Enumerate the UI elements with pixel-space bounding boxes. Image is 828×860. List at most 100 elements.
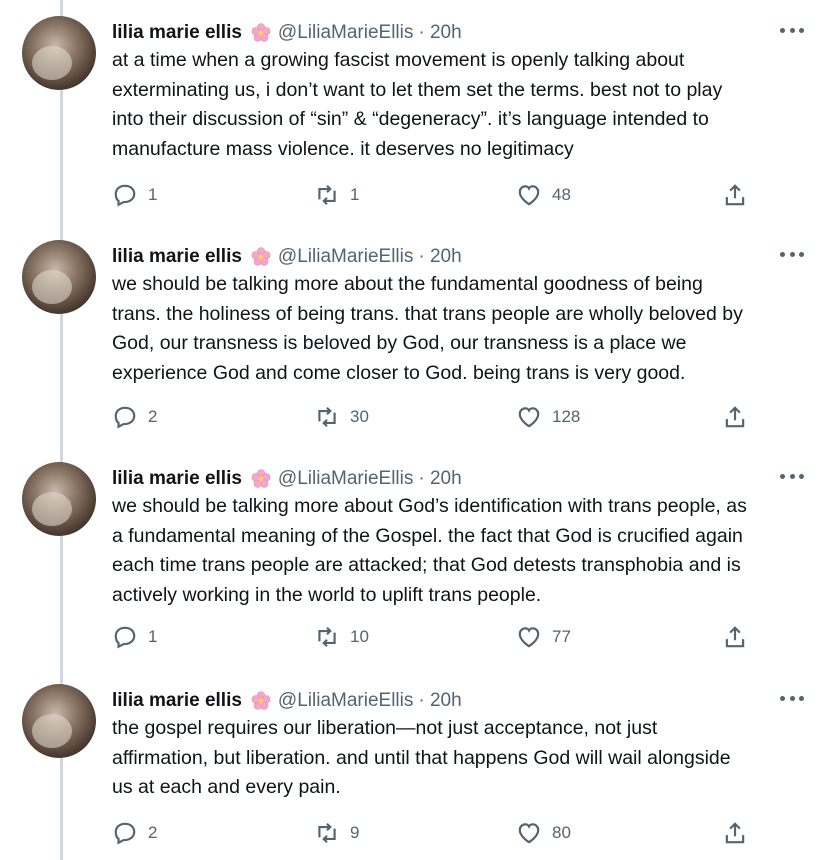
tweet-text-line: the gospel requires our liberation—not j…: [112, 717, 658, 739]
timestamp[interactable]: · 20h: [418, 468, 461, 490]
like-count: 128: [552, 407, 581, 426]
tweet[interactable]: lilia marie ellis @LiliaMarieEllis · 20h…: [0, 16, 828, 226]
retweet-icon: [318, 407, 336, 427]
reply-icon: [114, 406, 136, 429]
avatar[interactable]: [22, 16, 96, 90]
retweet-count: 1: [350, 185, 360, 204]
tweet[interactable]: lilia marie ellis @LiliaMarieEllis · 20h…: [0, 684, 828, 860]
retweet-icon: [318, 185, 336, 205]
more-options-icon[interactable]: [780, 20, 804, 40]
tweet-text: at a time when a growing fascist movemen…: [112, 46, 812, 164]
heart-icon: [518, 627, 540, 648]
more-options-icon[interactable]: [780, 466, 804, 486]
reply-count: 1: [148, 627, 158, 646]
avatar[interactable]: [22, 462, 96, 536]
display-name[interactable]: lilia marie ellis: [112, 690, 242, 712]
reply-button[interactable]: 1: [112, 180, 157, 210]
tweet-header: lilia marie ellis @LiliaMarieEllis · 20h: [112, 242, 462, 272]
user-handle[interactable]: @LiliaMarieEllis: [278, 22, 413, 44]
tweet-text-line: we should be talking more about the fund…: [112, 273, 703, 295]
reply-button[interactable]: 2: [112, 818, 157, 848]
tweet-text: we should be talking more about God’s id…: [112, 492, 812, 610]
tweet[interactable]: lilia marie ellis @LiliaMarieEllis · 20h…: [0, 462, 828, 672]
share-button[interactable]: [722, 402, 748, 432]
tweet-text-line: at a time when a growing fascist movemen…: [112, 49, 685, 71]
tweet-actions: 2 9 80: [112, 818, 762, 848]
like-button[interactable]: 80: [516, 818, 571, 848]
share-button[interactable]: [722, 818, 748, 848]
retweet-button[interactable]: 30: [314, 402, 369, 432]
avatar[interactable]: [22, 684, 96, 758]
retweet-button[interactable]: 10: [314, 622, 369, 652]
tweet-text-line: experience God and come closer to God. b…: [112, 361, 686, 384]
retweet-icon: [318, 823, 336, 843]
retweet-button[interactable]: 9: [314, 818, 359, 848]
retweet-count: 30: [350, 407, 369, 426]
retweet-button[interactable]: 1: [314, 180, 359, 210]
timestamp[interactable]: · 20h: [418, 246, 461, 268]
user-handle[interactable]: @LiliaMarieEllis: [278, 246, 413, 268]
reply-button[interactable]: 2: [112, 402, 157, 432]
display-name[interactable]: lilia marie ellis: [112, 246, 242, 268]
like-button[interactable]: 128: [516, 402, 580, 432]
timestamp[interactable]: · 20h: [418, 22, 461, 44]
tweet-actions: 1 10 77: [112, 622, 762, 652]
tweet-text-line: us at each and every pain.: [112, 776, 341, 798]
cherry-blossom-icon: [250, 246, 272, 268]
like-button[interactable]: 77: [516, 622, 571, 652]
display-name[interactable]: lilia marie ellis: [112, 468, 242, 490]
tweet-header: lilia marie ellis @LiliaMarieEllis · 20h: [112, 464, 462, 494]
user-handle[interactable]: @LiliaMarieEllis: [278, 690, 413, 712]
share-icon: [725, 406, 745, 428]
cherry-blossom-icon: [250, 468, 272, 490]
tweet[interactable]: lilia marie ellis @LiliaMarieEllis · 20h…: [0, 240, 828, 450]
retweet-count: 9: [350, 823, 360, 842]
like-count: 80: [552, 823, 571, 842]
user-handle[interactable]: @LiliaMarieEllis: [278, 468, 413, 490]
reply-icon: [114, 184, 136, 207]
reply-count: 1: [148, 185, 158, 204]
tweet-text-line: each time trans people are attacked; tha…: [112, 554, 741, 576]
tweet-actions: 2 30 128: [112, 402, 762, 432]
avatar[interactable]: [22, 240, 96, 314]
cherry-blossom-icon: [250, 22, 272, 44]
reply-icon: [114, 822, 136, 845]
like-button[interactable]: 48: [516, 180, 571, 210]
cherry-blossom-icon: [250, 690, 272, 712]
tweet-text-line: a fundamental meaning of the Gospel. the…: [112, 524, 743, 547]
heart-icon: [518, 407, 540, 428]
share-button[interactable]: [722, 622, 748, 652]
reply-count: 2: [148, 407, 158, 426]
tweet-text-line: we should be talking more about God’s id…: [112, 495, 747, 517]
like-count: 77: [552, 627, 571, 646]
timestamp[interactable]: · 20h: [418, 690, 461, 712]
tweet-header: lilia marie ellis @LiliaMarieEllis · 20h: [112, 686, 462, 716]
more-options-icon[interactable]: [780, 688, 804, 708]
like-count: 48: [552, 185, 571, 204]
share-icon: [725, 184, 745, 206]
tweet-text: the gospel requires our liberation—not j…: [112, 714, 812, 803]
heart-icon: [518, 185, 540, 206]
tweet-text-line: trans. the holiness of being trans. that…: [112, 302, 743, 325]
retweet-icon: [318, 627, 336, 647]
tweet-text: we should be talking more about the fund…: [112, 270, 812, 388]
tweet-text-line: God, our transness is beloved by God, ou…: [112, 332, 687, 354]
tweet-header: lilia marie ellis @LiliaMarieEllis · 20h: [112, 18, 462, 48]
retweet-count: 10: [350, 627, 369, 646]
tweet-actions: 1 1 48: [112, 180, 762, 210]
tweet-text-line: manufacture mass violence. it deserves n…: [112, 137, 574, 160]
more-options-icon[interactable]: [780, 244, 804, 264]
heart-icon: [518, 823, 540, 844]
share-button[interactable]: [722, 180, 748, 210]
share-icon: [725, 822, 745, 844]
tweet-text-line: exterminating us, i don’t want to let th…: [112, 78, 723, 101]
reply-button[interactable]: 1: [112, 622, 157, 652]
tweet-text-line: actively working in the world to uplift …: [112, 583, 542, 606]
reply-icon: [114, 626, 136, 649]
tweet-text-line: affirmation, but liberation. and until t…: [112, 746, 731, 769]
display-name[interactable]: lilia marie ellis: [112, 22, 242, 44]
share-icon: [725, 626, 745, 648]
tweet-text-line: into their discussion of “sin” & “degene…: [112, 108, 709, 130]
tweet-thread: lilia marie ellis @LiliaMarieEllis · 20h…: [0, 0, 828, 860]
reply-count: 2: [148, 823, 158, 842]
